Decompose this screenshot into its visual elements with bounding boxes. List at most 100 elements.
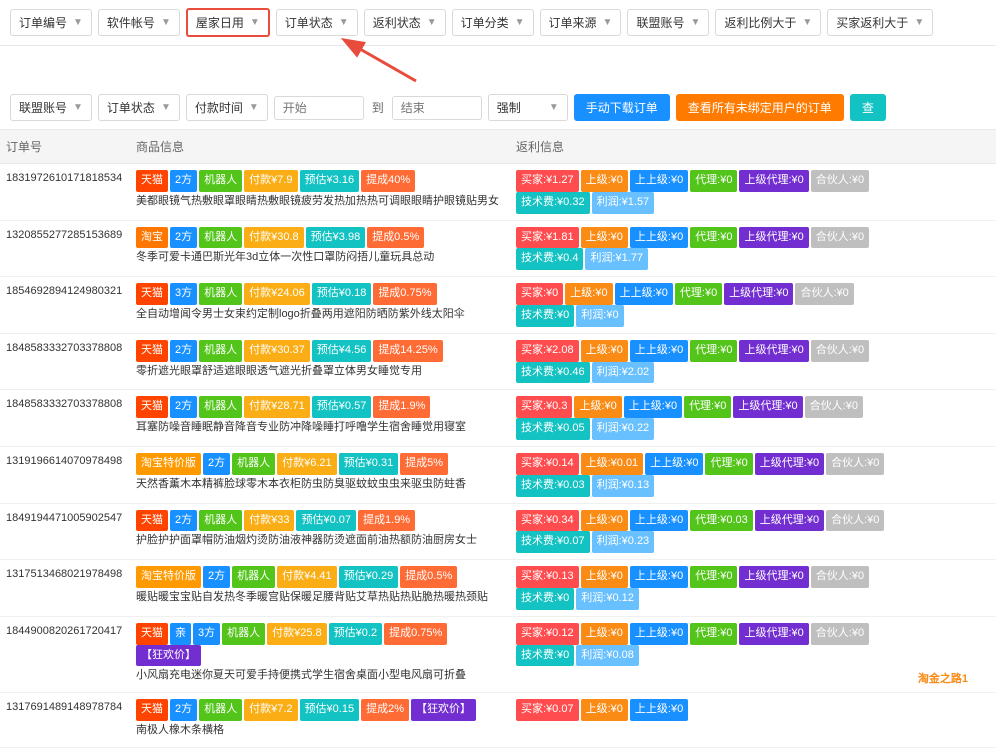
order-no-cell: 1849194471005902547 bbox=[0, 503, 130, 560]
pay-tag: 付款¥4.41 bbox=[277, 566, 337, 588]
estimate-tag: 预估¥0.29 bbox=[339, 566, 399, 588]
goods-info-cell: 天猫2方机器人付款¥30.37预估¥4.56提成14.25%零折遮光眼罩舒适遮眼… bbox=[130, 333, 510, 390]
chevron-down-icon: ▼ bbox=[603, 17, 613, 28]
btn-search[interactable]: 查 bbox=[850, 94, 886, 121]
robot-tag: 机器人 bbox=[199, 227, 242, 249]
robot-tag: 机器人 bbox=[199, 283, 242, 305]
rebate-profit-badge: 利润:¥0.22 bbox=[592, 418, 655, 440]
col-header-rebate-info: 返利信息 bbox=[510, 130, 996, 164]
rebate-agent-badge: 代理:¥0 bbox=[690, 227, 737, 249]
rebate-info-cell: 买家:¥0.13上级:¥0上上级:¥0代理:¥0上级代理:¥0合伙人:¥0技术费… bbox=[510, 560, 996, 617]
rebate-profit-badge: 利润:¥0 bbox=[576, 305, 623, 327]
chevron-down-icon: ▼ bbox=[690, 17, 700, 28]
rebate-profit-badge: 利润:¥0.23 bbox=[592, 531, 655, 553]
filter-order-status-bottom[interactable]: 订单状态 ▼ bbox=[98, 94, 180, 121]
table-row: 1317691489148978784天猫2方机器人付款¥7.2预估¥0.15提… bbox=[0, 693, 996, 748]
estimate-tag: 预估¥3.16 bbox=[300, 170, 360, 192]
shop-type-tag: 天猫 bbox=[136, 623, 168, 645]
rebate-partner-badge: 合伙人:¥0 bbox=[795, 283, 853, 305]
robot-tag: 机器人 bbox=[232, 566, 275, 588]
rebate-up2-badge: 上上级:¥0 bbox=[645, 453, 703, 475]
rebate-profit-badge: 利润:¥0.13 bbox=[592, 475, 655, 497]
rebate-tech-badge: 技术费:¥0 bbox=[516, 588, 574, 610]
shop-type-tag: 天猫 bbox=[136, 699, 168, 721]
filter-force[interactable]: 强制 ▼ bbox=[488, 94, 568, 121]
rebate-buyer-badge: 买家:¥0.12 bbox=[516, 623, 579, 645]
num-tag: 2方 bbox=[203, 453, 230, 475]
rebate-tech-badge: 技术费:¥0 bbox=[516, 305, 574, 327]
rebate-up2-badge: 上上级:¥0 bbox=[630, 340, 688, 362]
num-tag: 2方 bbox=[170, 227, 197, 249]
robot-tag: 机器人 bbox=[199, 340, 242, 362]
rebate-agent-badge: 代理:¥0 bbox=[684, 396, 731, 418]
order-no-cell: 1854692894124980321 bbox=[0, 277, 130, 334]
order-number: 1317513468021978498 bbox=[6, 566, 124, 584]
btn-download-orders[interactable]: 手动下载订单 bbox=[574, 94, 670, 121]
grow-tag: 提成1.9% bbox=[358, 510, 415, 532]
rebate-buyer-badge: 买家:¥0.07 bbox=[516, 699, 579, 721]
goods-desc: 南极人橡木条横格 bbox=[136, 724, 224, 736]
time-end-input[interactable] bbox=[392, 96, 482, 120]
rebate-buyer-badge: 买家:¥1.81 bbox=[516, 227, 579, 249]
robot-tag: 机器人 bbox=[199, 699, 242, 721]
order-number: 1848583332703378808 bbox=[6, 340, 124, 358]
rebate-up-agent-badge: 上级代理:¥0 bbox=[733, 396, 802, 418]
filter-order-status[interactable]: 订单状态 ▼ bbox=[276, 9, 358, 36]
filter-pay-time[interactable]: 付款时间 ▼ bbox=[186, 94, 268, 121]
rebate-up2-badge: 上上级:¥0 bbox=[615, 283, 673, 305]
rebate-info-cell: 买家:¥0上级:¥0上上级:¥0代理:¥0上级代理:¥0合伙人:¥0技术费:¥0… bbox=[510, 277, 996, 334]
shop-type-tag: 天猫 bbox=[136, 340, 168, 362]
rebate-partner-badge: 合伙人:¥0 bbox=[811, 623, 869, 645]
watermark: 淘金之路1 bbox=[910, 666, 976, 690]
time-start-input[interactable] bbox=[274, 96, 364, 120]
rebate-tech-badge: 技术费:¥0.4 bbox=[516, 248, 583, 270]
estimate-tag: 预估¥0.31 bbox=[339, 453, 399, 475]
col-header-order-no: 订单号 bbox=[0, 130, 130, 164]
goods-info-cell: 天猫2方机器人付款¥33预估¥0.07提成1.9%护脸护护面罩帽防油烟灼烫防油液… bbox=[130, 503, 510, 560]
rebate-up-agent-badge: 上级代理:¥0 bbox=[755, 510, 824, 532]
filter-category[interactable]: 屋家日用 ▼ bbox=[186, 8, 270, 37]
chevron-down-icon: ▼ bbox=[515, 17, 525, 28]
chevron-down-icon: ▼ bbox=[161, 17, 171, 28]
rebate-up2-badge: 上上级:¥0 bbox=[630, 699, 688, 721]
goods-info-cell: 天猫2方机器人付款¥7.9预估¥3.16提成40%美都眼镜气热敷眼罩眼睛热敷眼镜… bbox=[130, 164, 510, 221]
rebate-up-badge: 上级:¥0 bbox=[581, 699, 628, 721]
rebate-tech-badge: 技术费:¥0 bbox=[516, 645, 574, 667]
filter-order-source[interactable]: 订单来源 ▼ bbox=[540, 9, 622, 36]
rebate-agent-badge: 代理:¥0 bbox=[690, 170, 737, 192]
rebate-partner-badge: 合伙人:¥0 bbox=[826, 453, 884, 475]
filter-order-no[interactable]: 订单编号 ▼ bbox=[10, 9, 92, 36]
filter-rebate-ratio[interactable]: 返利比例大于 ▼ bbox=[715, 9, 821, 36]
chevron-down-icon: ▼ bbox=[250, 17, 260, 28]
rebate-partner-badge: 合伙人:¥0 bbox=[811, 227, 869, 249]
num-tag: 3方 bbox=[193, 623, 220, 645]
rebate-info-cell: 买家:¥0.34上级:¥0上上级:¥0代理:¥0.03上级代理:¥0合伙人:¥0… bbox=[510, 503, 996, 560]
filter-union-account-top[interactable]: 联盟账号 ▼ bbox=[627, 9, 709, 36]
rebate-profit-badge: 利润:¥1.57 bbox=[592, 192, 655, 214]
shop-type-tag: 淘宝 bbox=[136, 227, 168, 249]
filter-bar-bottom: 联盟账号 ▼ 订单状态 ▼ 付款时间 ▼ 到 强制 ▼ 手动下载订单 查看所有未… bbox=[0, 86, 996, 130]
order-number: 1320855277285153689 bbox=[6, 227, 124, 245]
table-row: 1848583332703378808天猫2方机器人付款¥28.71预估¥0.5… bbox=[0, 390, 996, 447]
chevron-down-icon: ▼ bbox=[249, 102, 259, 113]
pay-tag: 付款¥33 bbox=[244, 510, 294, 532]
filter-order-type[interactable]: 订单分类 ▼ bbox=[452, 9, 534, 36]
robot-tag: 机器人 bbox=[232, 453, 275, 475]
btn-unbound-users[interactable]: 查看所有未绑定用户的订单 bbox=[676, 94, 844, 121]
robot-tag: 机器人 bbox=[199, 396, 242, 418]
filter-buyer-rebate[interactable]: 买家返利大于 ▼ bbox=[827, 9, 933, 36]
order-number: 1831972610171818534 bbox=[6, 170, 124, 188]
table-row: 1854692894124980321天猫3方机器人付款¥24.06预估¥0.1… bbox=[0, 277, 996, 334]
order-no-cell: 1319196614070978498 bbox=[0, 446, 130, 503]
num-tag: 2方 bbox=[203, 566, 230, 588]
special-label-tag: 【狂欢价】 bbox=[411, 699, 476, 721]
filter-software-account[interactable]: 软件帐号 ▼ bbox=[98, 9, 180, 36]
rebate-partner-badge: 合伙人:¥0 bbox=[811, 340, 869, 362]
filter-rebate-status[interactable]: 返利状态 ▼ bbox=[364, 9, 446, 36]
chevron-down-icon: ▼ bbox=[73, 17, 83, 28]
num-tag: 3方 bbox=[170, 283, 197, 305]
grow-tag: 提成0.5% bbox=[367, 227, 424, 249]
estimate-tag: 预估¥0.18 bbox=[312, 283, 372, 305]
shop-type-tag: 天猫 bbox=[136, 510, 168, 532]
filter-union-account-bottom[interactable]: 联盟账号 ▼ bbox=[10, 94, 92, 121]
